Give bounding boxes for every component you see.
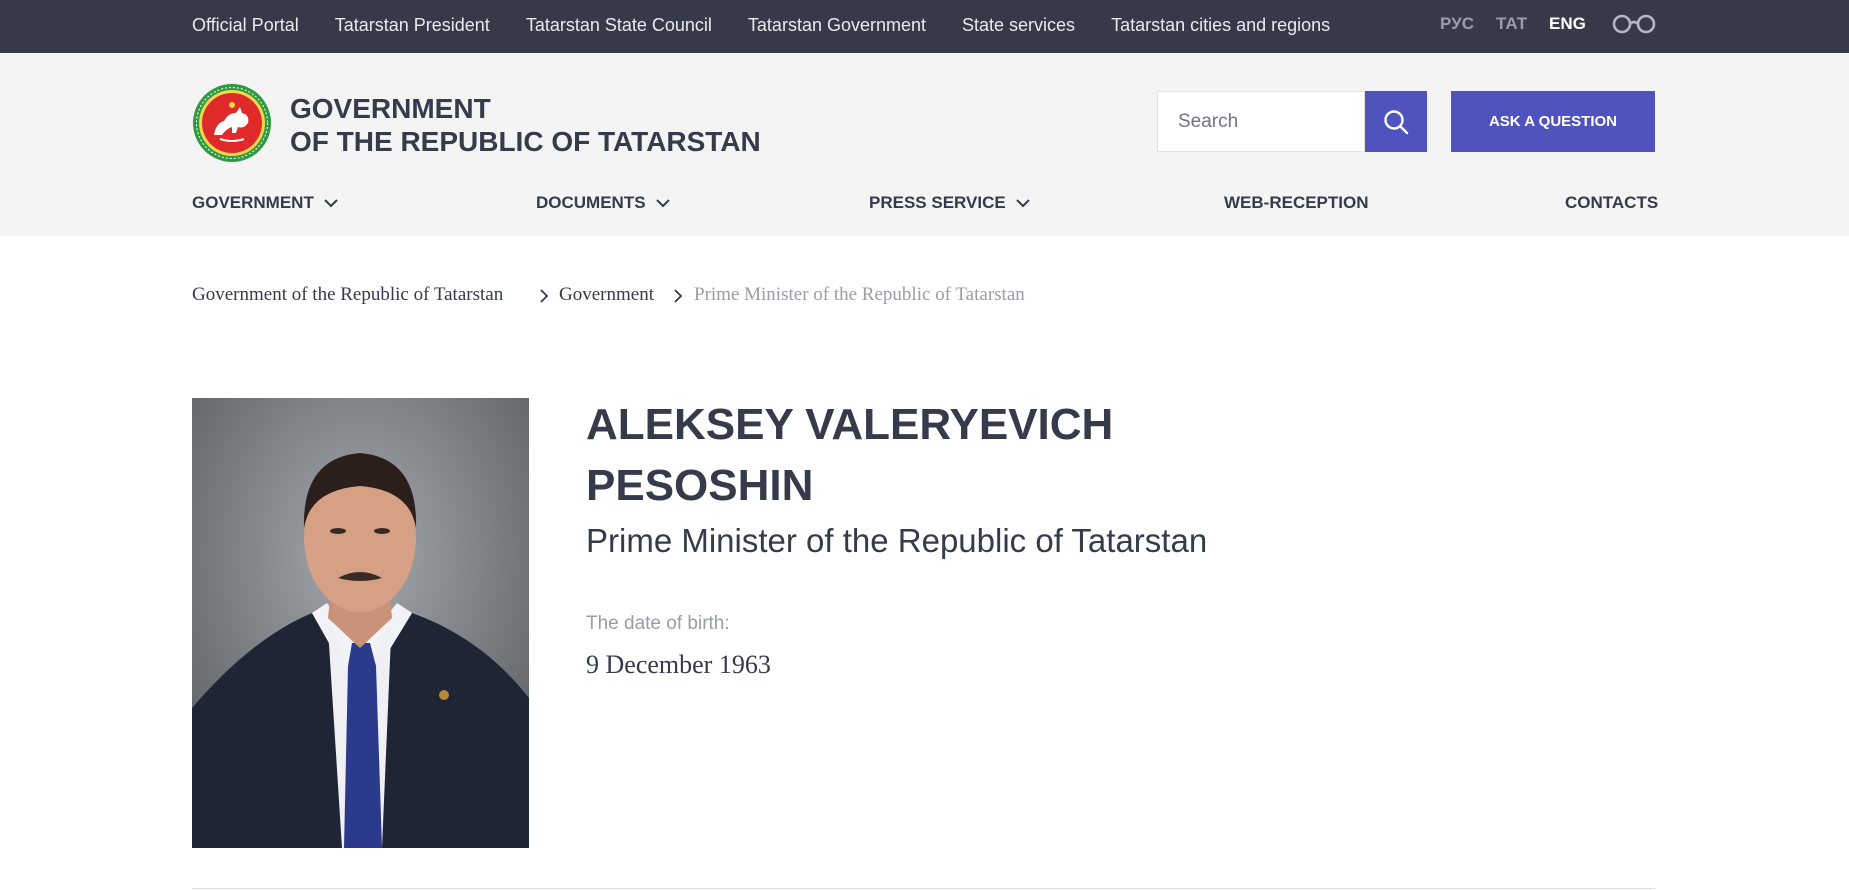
- language-tt[interactable]: ТАТ: [1496, 0, 1527, 48]
- portrait-photo: [192, 398, 529, 848]
- tatarstan-emblem-icon[interactable]: [192, 83, 272, 163]
- nav-government-label: GOVERNMENT: [192, 193, 314, 212]
- nav-documents[interactable]: DOCUMENTS: [536, 190, 670, 216]
- brand-line-2: OF THE REPUBLIC OF TATARSTAN: [290, 126, 761, 157]
- nav-government[interactable]: GOVERNMENT: [192, 190, 338, 216]
- nav-contacts[interactable]: CONTACTS: [1565, 190, 1658, 216]
- nav-web-reception-label: WEB-RECEPTION: [1224, 193, 1369, 212]
- link-tatarstan-president[interactable]: Tatarstan President: [335, 15, 490, 36]
- person-name-line-1: ALEKSEY VALERYEVICH: [586, 400, 1114, 449]
- nav-documents-label: DOCUMENTS: [536, 193, 646, 212]
- person-name: ALEKSEY VALERYEVICH PESOSHIN: [586, 394, 1113, 516]
- chevron-down-icon: [324, 198, 338, 207]
- nav-press-service[interactable]: PRESS SERVICE: [869, 190, 1030, 216]
- nav-contacts-label: CONTACTS: [1565, 193, 1659, 212]
- section-divider: [192, 888, 1655, 889]
- search-box: [1157, 91, 1365, 152]
- nav-web-reception[interactable]: WEB-RECEPTION: [1224, 190, 1369, 216]
- chevron-right-icon: [674, 289, 683, 303]
- language-ru[interactable]: РУС: [1440, 0, 1474, 48]
- link-state-council[interactable]: Tatarstan State Council: [526, 15, 712, 36]
- breadcrumb-item-government[interactable]: Government: [559, 284, 654, 306]
- chevron-down-icon: [1015, 198, 1030, 207]
- search-icon: [1384, 109, 1409, 134]
- search-input[interactable]: [1178, 110, 1358, 133]
- portrait-image: [192, 398, 529, 848]
- top-bar: Official Portal Tatarstan President Tata…: [0, 0, 1849, 53]
- search-button[interactable]: [1365, 91, 1427, 152]
- person-name-line-2: PESOSHIN: [586, 461, 814, 510]
- glasses-icon[interactable]: [1612, 14, 1656, 34]
- link-tatarstan-government[interactable]: Tatarstan Government: [748, 15, 926, 36]
- breadcrumb-item-current: Prime Minister of the Republic of Tatars…: [694, 284, 1025, 305]
- brand-line-1: GOVERNMENT: [290, 93, 491, 124]
- language-en[interactable]: ENG: [1549, 0, 1586, 48]
- date-of-birth-value: 9 December 1963: [586, 650, 771, 679]
- site-brand[interactable]: GOVERNMENT OF THE REPUBLIC OF TATARSTAN: [290, 92, 761, 158]
- person-position: Prime Minister of the Republic of Tatars…: [586, 522, 1208, 559]
- link-state-services[interactable]: State services: [962, 15, 1075, 36]
- chevron-down-icon: [655, 198, 670, 207]
- portal-links: Official Portal Tatarstan President Tata…: [192, 0, 1366, 50]
- nav-press-service-label: PRESS SERVICE: [869, 193, 1006, 212]
- date-of-birth-label: The date of birth:: [586, 613, 730, 634]
- ask-question-button[interactable]: ASK A QUESTION: [1451, 91, 1655, 152]
- chevron-right-icon: [540, 289, 549, 303]
- link-official-portal[interactable]: Official Portal: [192, 15, 299, 36]
- link-cities-regions[interactable]: Tatarstan cities and regions: [1111, 15, 1330, 36]
- breadcrumb-item-home[interactable]: Government of the Republic of Tatarstan: [192, 284, 503, 306]
